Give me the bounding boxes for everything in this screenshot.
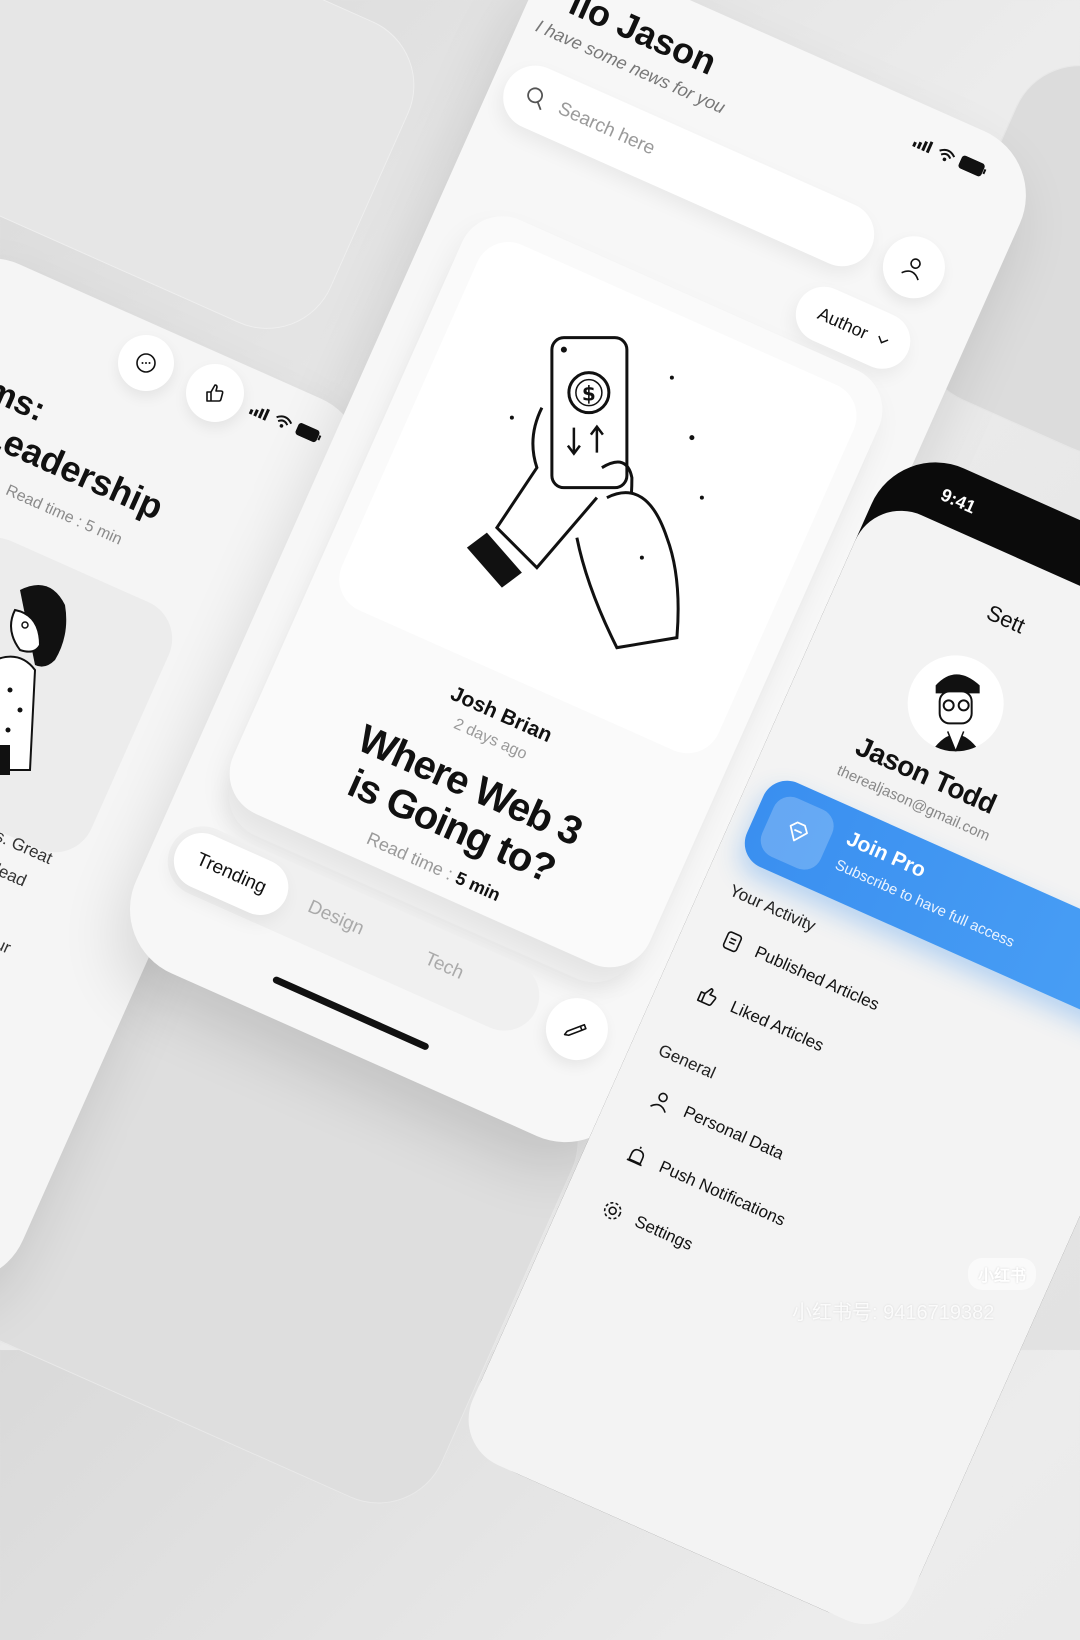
comment-button[interactable]	[118, 335, 174, 391]
tab-trending-label: Trending	[193, 848, 270, 899]
thumbs-up-icon	[206, 384, 224, 402]
woman-illustration	[0, 585, 67, 775]
settings-header-title: Sett	[982, 599, 1029, 639]
section-label-your-activity: Your Activity	[726, 880, 819, 936]
profile-avatar	[892, 640, 1020, 767]
menu-item-liked-articles[interactable]: Liked Articles	[694, 982, 827, 1057]
signal-icon	[912, 140, 934, 154]
user-icon	[650, 1092, 668, 1113]
diamond-icon	[789, 821, 808, 842]
document-icon	[722, 931, 743, 953]
like-button[interactable]	[186, 364, 244, 422]
pen-icon	[563, 1023, 587, 1037]
search-input[interactable]: Search here	[554, 98, 658, 160]
tab-design[interactable]: Design	[304, 896, 368, 940]
avatar-illustration	[931, 674, 980, 754]
battery-icon	[958, 155, 987, 177]
gear-icon	[603, 1201, 622, 1220]
phone-payment-illustration: $	[466, 336, 704, 650]
user-icon	[901, 258, 921, 281]
author-filter-label: Author	[814, 302, 872, 343]
chevron-down-icon	[877, 335, 888, 344]
alarm-bell-icon	[626, 1146, 645, 1167]
tab-tech[interactable]: Tech	[421, 948, 467, 984]
main-status-bar-icons	[912, 134, 989, 179]
thumbs-up-icon	[696, 987, 717, 1006]
search-icon	[527, 87, 543, 111]
menu-item-published-articles-label: Published Articles	[751, 942, 883, 1015]
section-label-general: General	[655, 1040, 719, 1083]
status-bar-icons	[248, 402, 324, 445]
write-button[interactable]	[536, 988, 618, 1071]
right-status-time: 9:41	[937, 484, 979, 518]
wifi-icon	[939, 148, 956, 161]
battery-icon	[295, 423, 322, 443]
watermark-id: 小红书号: 9416719382	[792, 1302, 995, 1324]
pro-badge-icon-box	[754, 790, 840, 876]
menu-item-personal-data-label: Personal Data	[680, 1102, 787, 1164]
profile-button[interactable]	[872, 226, 955, 309]
wifi-icon	[276, 415, 293, 428]
signal-icon	[248, 407, 271, 421]
menu-item-push-notifications-label: Push Notifications	[656, 1156, 789, 1230]
menu-item-liked-articles-label: Liked Articles	[727, 997, 827, 1056]
menu-item-settings[interactable]: Settings	[598, 1196, 696, 1256]
menu-item-personal-data[interactable]: Personal Data	[647, 1087, 787, 1166]
svg-text:$: $	[582, 382, 596, 406]
watermark-logo: 小红书	[968, 1258, 1037, 1290]
chat-bubble-icon	[136, 353, 156, 373]
read-time-value: 5 min	[452, 867, 504, 906]
menu-item-settings-label: Settings	[631, 1211, 696, 1255]
